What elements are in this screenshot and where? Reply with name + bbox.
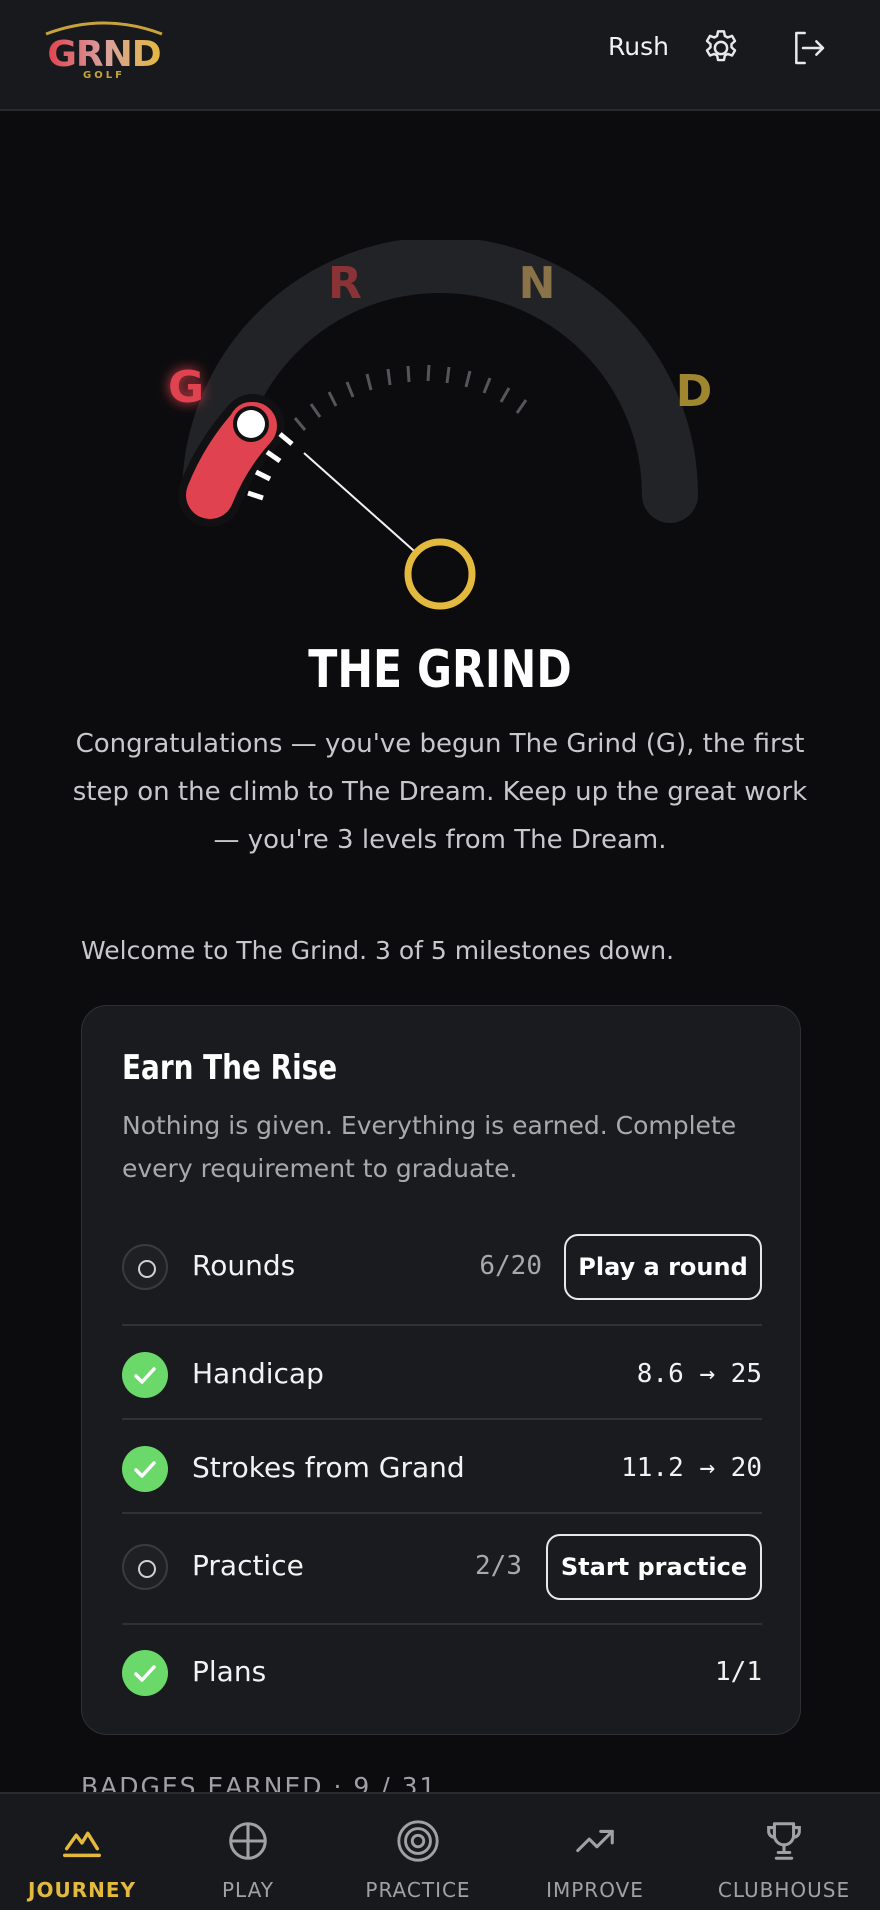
requirement-value: 1/1: [715, 1657, 762, 1687]
card-title: Earn The Rise: [122, 1048, 338, 1088]
nav-journey[interactable]: JOURNEY: [22, 1794, 142, 1910]
requirement-value: 6/20: [479, 1251, 542, 1281]
divider: [122, 1418, 762, 1420]
requirement-label: Practice: [192, 1549, 304, 1582]
page-title: THE GRIND: [308, 640, 572, 700]
level-letter-d: D: [676, 366, 713, 417]
card-subtitle: Nothing is given. Everything is earned. …: [122, 1111, 737, 1183]
level-letter-n: N: [519, 258, 556, 309]
grnd-golf-logo[interactable]: GRND GOLF: [36, 16, 172, 82]
svg-text:GOLF: GOLF: [83, 70, 125, 81]
nav-play[interactable]: PLAY: [188, 1794, 308, 1910]
gauge-ticks: [247, 364, 528, 501]
level-letter-g: G: [168, 362, 204, 413]
pending-circle-icon: [122, 1244, 168, 1290]
requirement-value: 11.2 → 20: [621, 1453, 762, 1483]
check-circle-icon: [122, 1352, 168, 1398]
requirements-card: Earn The Rise Nothing is given. Everythi…: [81, 1005, 801, 1735]
user-name[interactable]: Rush: [608, 32, 669, 61]
trophy-icon: [767, 1822, 801, 1860]
nav-improve[interactable]: IMPROVE: [528, 1794, 662, 1910]
bottom-nav: JOURNEY PLAY PRACTICE IMPROVE CLUBHOUSE: [0, 1792, 880, 1910]
requirement-label: Handicap: [192, 1357, 324, 1390]
gauge-hub: [404, 538, 476, 610]
logout-icon[interactable]: [788, 28, 828, 68]
gauge-needle: [303, 452, 423, 559]
requirement-handicap: Handicap 8.6 → 25: [122, 1342, 762, 1408]
requirement-rounds: Rounds 6/20 Play a round: [122, 1234, 762, 1300]
nav-label: PLAY: [221, 1878, 274, 1902]
divider: [122, 1623, 762, 1625]
start-practice-button[interactable]: Start practice: [546, 1534, 762, 1600]
trend-up-icon: [576, 1829, 614, 1853]
nav-practice[interactable]: PRACTICE: [354, 1794, 482, 1910]
gear-icon[interactable]: [700, 27, 742, 69]
nav-label: IMPROVE: [546, 1878, 644, 1902]
svg-text:GRND: GRND: [47, 34, 160, 75]
check-circle-icon: [122, 1650, 168, 1696]
requirement-label: Rounds: [192, 1249, 296, 1282]
nav-label: JOURNEY: [28, 1878, 136, 1902]
check-circle-icon: [122, 1446, 168, 1492]
level-gauge: G R N D: [168, 240, 713, 610]
app-header: GRND GOLF Rush: [0, 0, 880, 111]
requirement-practice: Practice 2/3 Start practice: [122, 1534, 762, 1600]
requirement-label: Strokes from Grand: [192, 1451, 465, 1484]
requirement-value: 8.6 → 25: [636, 1359, 762, 1389]
nav-label: PRACTICE: [365, 1878, 471, 1902]
requirement-strokes: Strokes from Grand 11.2 → 20: [122, 1436, 762, 1502]
play-round-button[interactable]: Play a round: [564, 1234, 762, 1300]
milestone-summary: Welcome to The Grind. 3 of 5 milestones …: [81, 936, 675, 965]
requirement-value: 2/3: [475, 1551, 522, 1581]
journey-icon: [63, 1831, 101, 1858]
requirement-plans: Plans 1/1: [122, 1640, 762, 1706]
crosshair-icon: [229, 1822, 267, 1860]
hero-description: Congratulations — you've begun The Grind…: [72, 729, 808, 855]
nav-label: CLUBHOUSE: [717, 1878, 851, 1902]
pending-circle-icon: [122, 1544, 168, 1590]
divider: [122, 1324, 762, 1326]
level-letter-r: R: [328, 258, 362, 309]
requirement-label: Plans: [192, 1655, 267, 1688]
target-icon: [397, 1820, 439, 1862]
divider: [122, 1512, 762, 1514]
nav-clubhouse[interactable]: CLUBHOUSE: [706, 1794, 862, 1910]
